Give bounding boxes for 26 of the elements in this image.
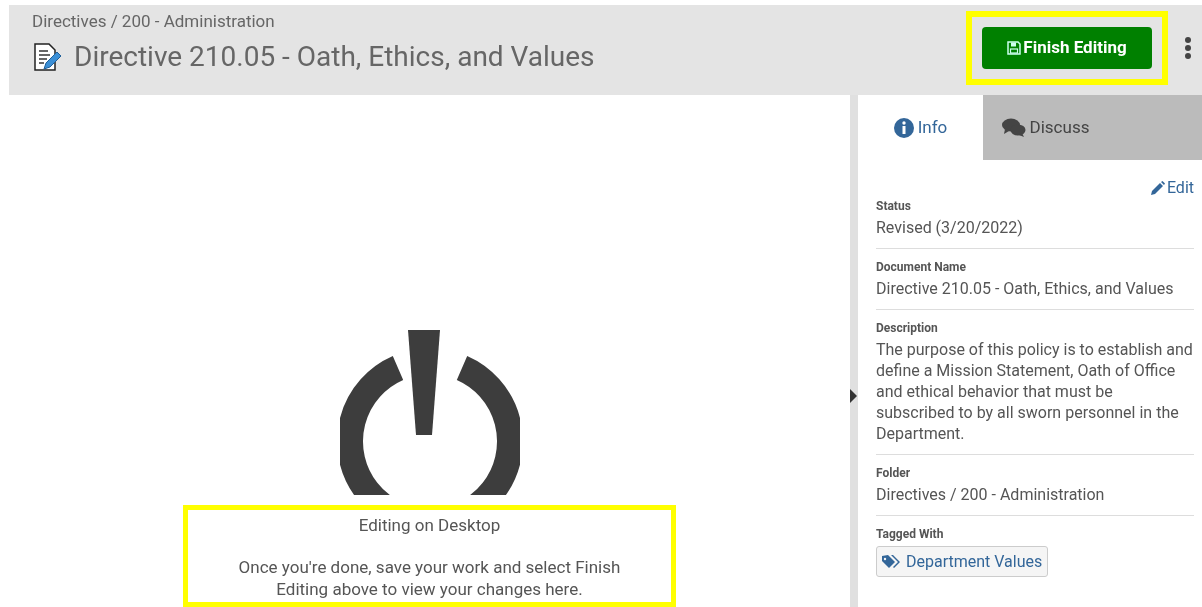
info-icon <box>893 117 914 138</box>
field-value: The purpose of this policy is to establish and define a Mission Statement, Oath of Office and ethical behavior that must be subscribed to by all sworn personnel in the Department. <box>876 339 1194 444</box>
save-icon <box>1007 41 1022 55</box>
pencil-icon <box>1150 181 1165 195</box>
chat-bubbles-icon <box>1001 117 1026 138</box>
field-value: Directive 210.05 - Oath, Ethics, and Values <box>876 278 1175 299</box>
more-options-icon[interactable] <box>1184 36 1192 60</box>
field-value: Revised (3/20/2022) <box>876 217 1024 238</box>
editing-message: Once you're done, save your work and select Finish Editing above to view your changes here. <box>237 556 622 600</box>
expand-arrow-icon[interactable] <box>850 389 857 403</box>
panel-tab[interactable]: Info <box>858 95 983 160</box>
field-value: Directives / 200 - Administration <box>876 484 1106 505</box>
breadcrumb[interactable]: Directives / 200 - Administration <box>32 10 595 32</box>
field-label: Folder <box>876 465 912 481</box>
editing-heading: Editing on Desktop <box>358 514 501 536</box>
field-label: Description <box>876 320 939 336</box>
field-label: Document Name <box>876 259 967 275</box>
tags-icon <box>882 554 902 569</box>
field-label: Status <box>876 198 912 214</box>
field-label: Tagged With <box>876 526 945 542</box>
document-title: Directive 210.05 - Oath, Ethics, and Values <box>74 40 595 74</box>
document-edit-icon <box>32 42 62 72</box>
finish-editing-button[interactable]: Finish Editing <box>982 27 1152 69</box>
tag-chip[interactable]: Department Values <box>876 546 1049 577</box>
power-icon <box>339 330 520 495</box>
edit-link[interactable]: Edit <box>1150 178 1194 198</box>
